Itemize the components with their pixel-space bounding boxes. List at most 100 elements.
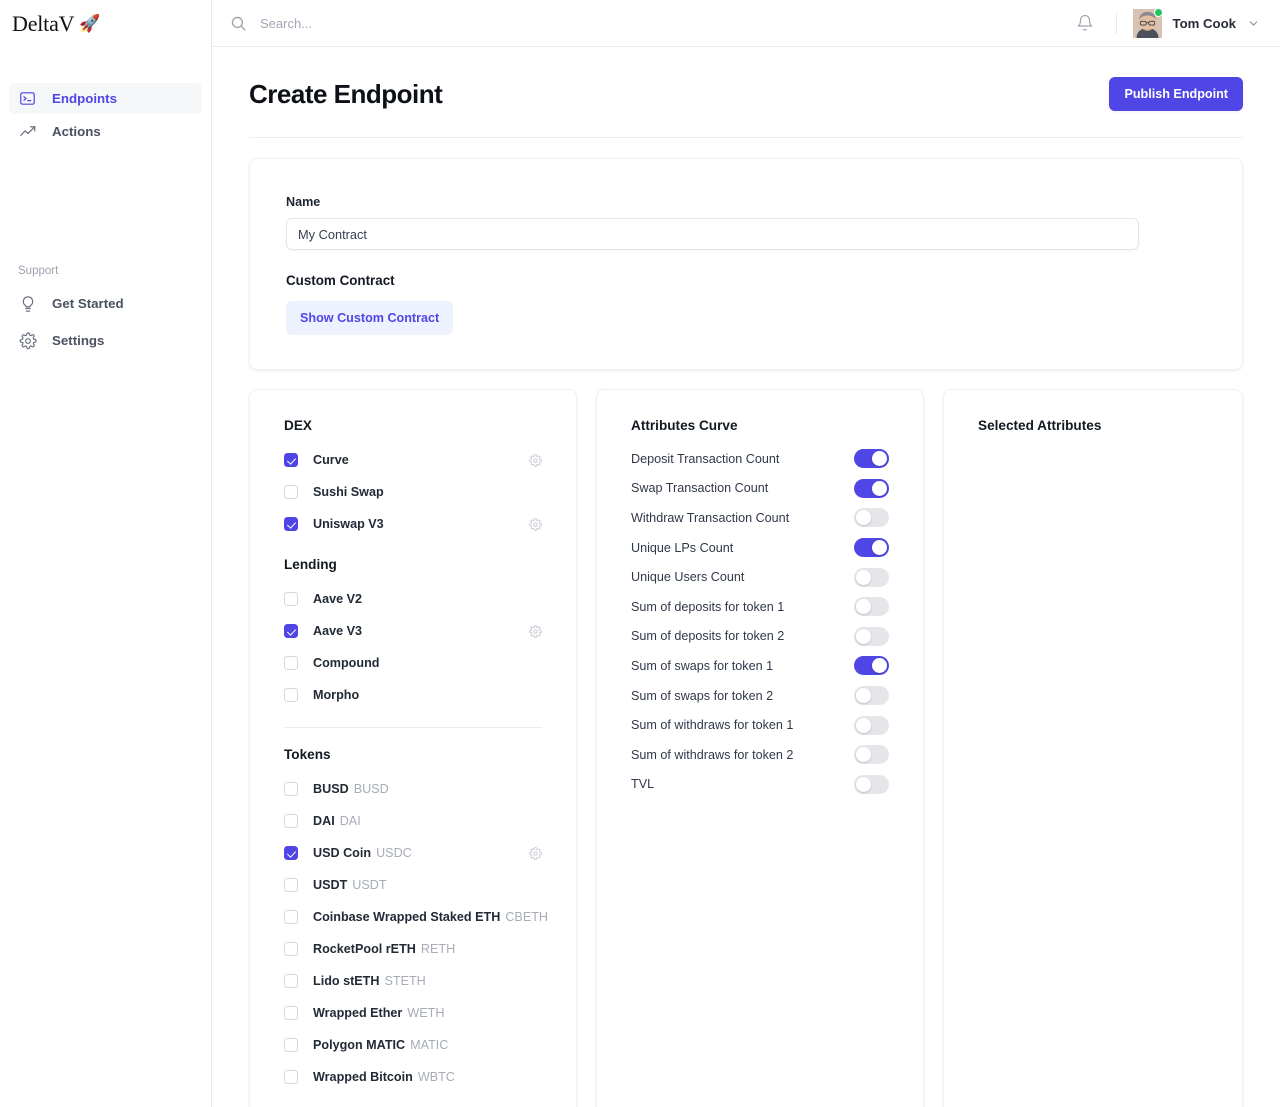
- user-menu[interactable]: Tom Cook: [1132, 7, 1261, 38]
- token-item[interactable]: DAI DAI: [284, 805, 542, 837]
- checkbox[interactable]: [284, 517, 298, 531]
- token-item[interactable]: USD Coin USDC: [284, 837, 542, 869]
- checkbox-label: Aave V3: [313, 624, 363, 638]
- checkbox[interactable]: [284, 1006, 298, 1020]
- checkbox[interactable]: [284, 974, 298, 988]
- attribute-row[interactable]: TVL: [631, 770, 889, 800]
- checkbox[interactable]: [284, 1038, 298, 1052]
- checkbox-label: Coinbase Wrapped Staked ETH: [313, 910, 501, 924]
- attribute-row[interactable]: Withdraw Transaction Count: [631, 503, 889, 533]
- token-item[interactable]: Wrapped Bitcoin WBTC: [284, 1061, 542, 1093]
- attribute-toggle[interactable]: [854, 686, 889, 706]
- attribute-row[interactable]: Unique LPs Count: [631, 533, 889, 563]
- lending-item[interactable]: Morpho: [284, 679, 542, 711]
- lending-item[interactable]: Compound: [284, 647, 542, 679]
- sidebar-item-label: Settings: [52, 333, 105, 348]
- lending-list: Aave V2 Aave V3 Compound Morpho: [284, 583, 542, 711]
- attribute-toggle[interactable]: [854, 449, 889, 469]
- toggle-knob: [856, 628, 871, 644]
- attribute-toggle[interactable]: [854, 656, 889, 676]
- dex-item[interactable]: Uniswap V3: [284, 508, 542, 540]
- brand-logo[interactable]: DeltaV 🚀: [0, 0, 211, 47]
- token-item[interactable]: Wrapped Ether WETH: [284, 997, 542, 1029]
- attribute-row[interactable]: Sum of deposits for token 1: [631, 592, 889, 622]
- toggle-knob: [872, 540, 887, 556]
- topbar-actions: Tom Cook: [1072, 7, 1261, 38]
- attribute-toggle[interactable]: [854, 478, 889, 498]
- checkbox[interactable]: [284, 1070, 298, 1084]
- token-item[interactable]: Coinbase Wrapped Staked ETH CBETH: [284, 901, 548, 933]
- checkbox[interactable]: [284, 624, 298, 638]
- checkbox[interactable]: [284, 814, 298, 828]
- app-root: DeltaV 🚀 Endpoints Actions Support Get S…: [0, 0, 1280, 1107]
- dex-item[interactable]: Curve: [284, 444, 542, 476]
- attribute-row[interactable]: Deposit Transaction Count: [631, 444, 889, 474]
- attribute-toggle[interactable]: [854, 538, 889, 558]
- token-symbol: MATIC: [410, 1038, 449, 1052]
- token-item[interactable]: BUSD BUSD: [284, 773, 542, 805]
- attribute-toggle[interactable]: [854, 715, 889, 735]
- attribute-row[interactable]: Sum of deposits for token 2: [631, 622, 889, 652]
- token-item[interactable]: Lido stETH STETH: [284, 965, 542, 997]
- attribute-row[interactable]: Sum of swaps for token 2: [631, 681, 889, 711]
- checkbox[interactable]: [284, 782, 298, 796]
- checkbox-label: USDT: [313, 878, 348, 892]
- checkbox[interactable]: [284, 453, 298, 467]
- gear-icon[interactable]: [529, 624, 542, 638]
- checkbox-label: Aave V2: [313, 592, 363, 606]
- checkbox[interactable]: [284, 688, 298, 702]
- name-input[interactable]: [286, 218, 1139, 250]
- token-item[interactable]: RocketPool rETH RETH: [284, 933, 542, 965]
- lending-item[interactable]: Aave V3: [284, 615, 542, 647]
- gear-icon[interactable]: [529, 517, 542, 531]
- attribute-row[interactable]: Sum of withdraws for token 2: [631, 740, 889, 770]
- sidebar-item-settings[interactable]: Settings: [9, 325, 202, 356]
- attribute-toggle[interactable]: [854, 626, 889, 646]
- attribute-row[interactable]: Sum of withdraws for token 1: [631, 710, 889, 740]
- checkbox[interactable]: [284, 878, 298, 892]
- attribute-label: Swap Transaction Count: [631, 481, 769, 496]
- sidebar-item-label: Endpoints: [52, 91, 117, 106]
- support-heading: Support: [18, 265, 59, 277]
- toggle-knob: [856, 688, 871, 704]
- checkbox[interactable]: [284, 942, 298, 956]
- endpoint-form-card: Name Custom Contract Show Custom Contrac…: [249, 158, 1243, 370]
- dex-item[interactable]: Sushi Swap: [284, 476, 542, 508]
- checkbox-label: Wrapped Bitcoin: [313, 1070, 413, 1084]
- attribute-toggle[interactable]: [854, 745, 889, 765]
- attribute-toggle[interactable]: [854, 508, 889, 528]
- token-symbol: RETH: [420, 942, 456, 956]
- lending-item[interactable]: Aave V2: [284, 583, 542, 615]
- sidebar-item-get-started[interactable]: Get Started: [9, 288, 202, 319]
- bell-icon[interactable]: [1072, 10, 1098, 36]
- toggle-knob: [872, 451, 887, 467]
- checkbox[interactable]: [284, 592, 298, 606]
- search-input[interactable]: [260, 15, 590, 31]
- gear-icon[interactable]: [529, 846, 542, 860]
- checkbox-label: Morpho: [313, 688, 360, 702]
- show-custom-contract-button[interactable]: Show Custom Contract: [286, 301, 454, 335]
- publish-endpoint-button[interactable]: Publish Endpoint: [1109, 77, 1243, 111]
- sidebar-item-endpoints[interactable]: Endpoints: [9, 83, 202, 114]
- gear-icon[interactable]: [529, 453, 542, 467]
- checkbox-label: Compound: [313, 656, 380, 670]
- attribute-label: TVL: [631, 777, 655, 792]
- attribute-toggle[interactable]: [854, 597, 889, 617]
- token-symbol: BUSD: [353, 782, 389, 796]
- search-icon: [230, 15, 247, 32]
- attribute-toggle[interactable]: [854, 567, 889, 587]
- checkbox[interactable]: [284, 910, 298, 924]
- checkbox[interactable]: [284, 485, 298, 499]
- name-label: Name: [286, 195, 321, 209]
- token-item[interactable]: Polygon MATIC MATIC: [284, 1029, 542, 1061]
- attribute-row[interactable]: Sum of swaps for token 1: [631, 651, 889, 681]
- lightbulb-icon: [18, 294, 37, 313]
- checkbox[interactable]: [284, 846, 298, 860]
- attribute-row[interactable]: Swap Transaction Count: [631, 474, 889, 504]
- attribute-toggle[interactable]: [854, 774, 889, 794]
- sidebar-item-actions[interactable]: Actions: [9, 116, 202, 147]
- checkbox[interactable]: [284, 656, 298, 670]
- token-item[interactable]: USDT USDT: [284, 869, 542, 901]
- checkbox-label: USD Coin: [313, 846, 372, 860]
- attribute-row[interactable]: Unique Users Count: [631, 562, 889, 592]
